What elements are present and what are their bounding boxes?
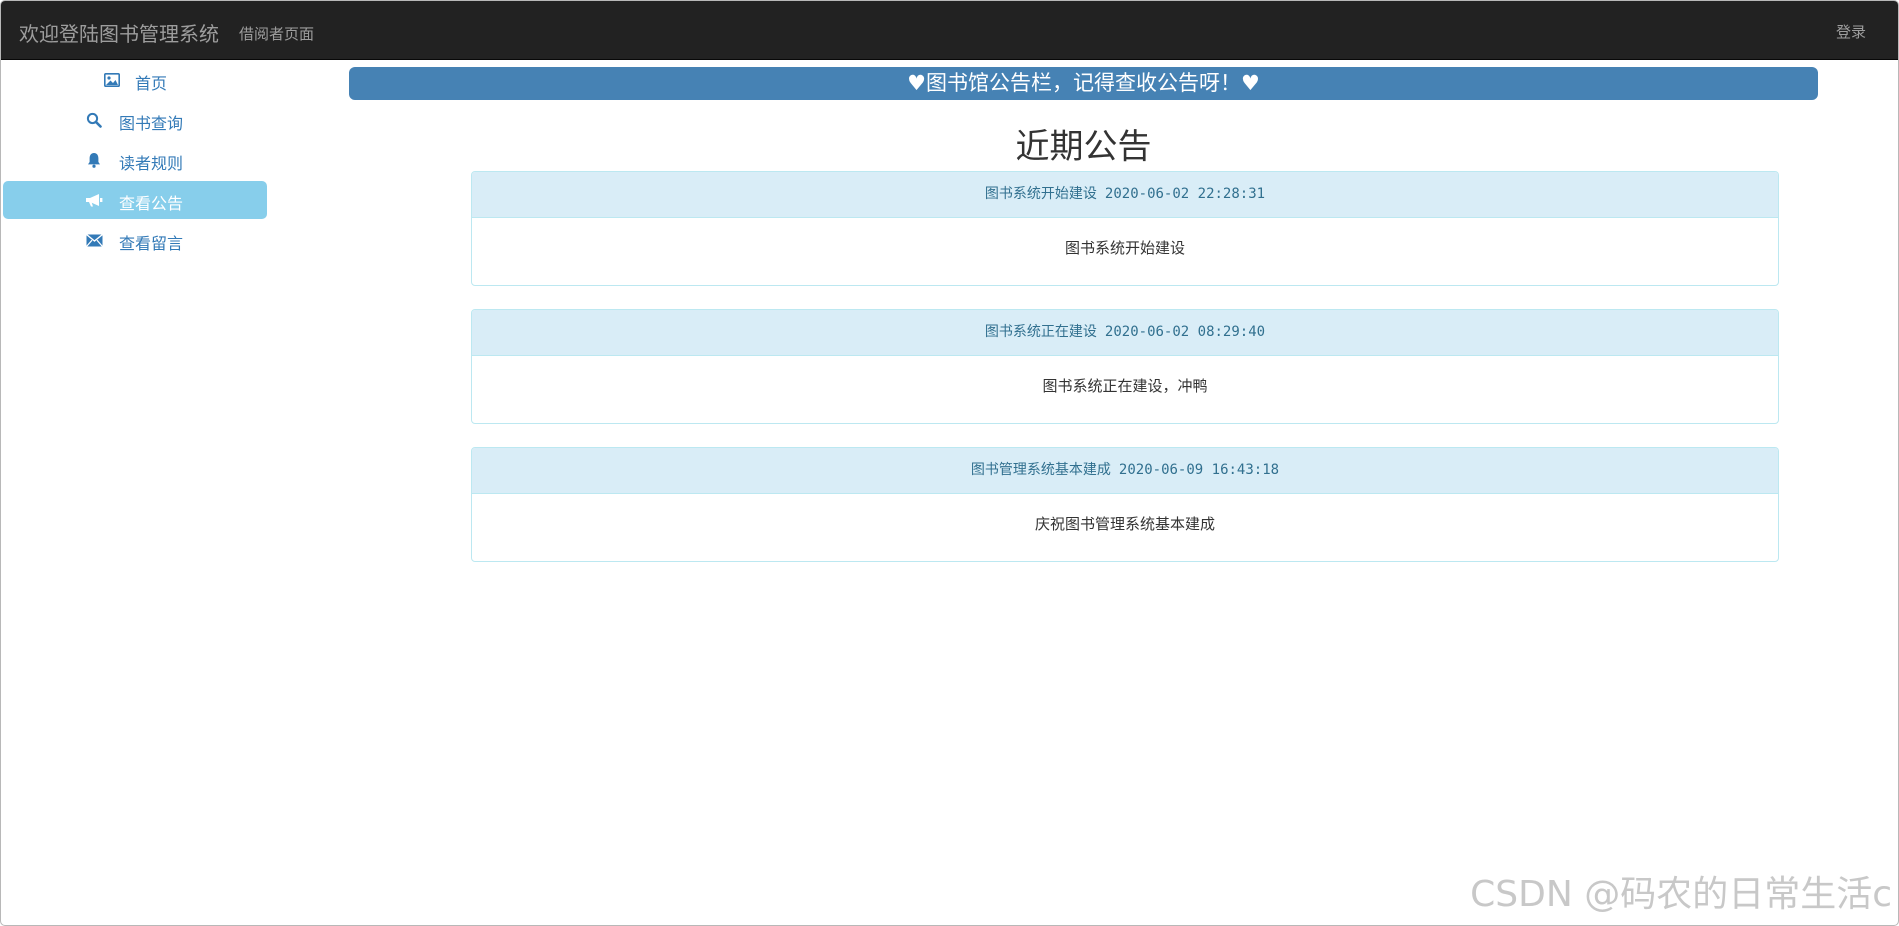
notice-panel: 图书管理系统基本建成 2020-06-09 16:43:18 庆祝图书管理系统基本…	[471, 447, 1779, 562]
notice-time: 2020-06-09 16:43:18	[1118, 462, 1280, 478]
sidebar: 首页 图书查询 读者规则 查看公告 查看留言	[1, 61, 269, 261]
page-subtitle: 借阅者页面	[239, 25, 315, 43]
notice-time: 2020-06-02 08:29:40	[1104, 324, 1266, 340]
sidebar-item-label: 查看留言	[119, 234, 184, 253]
notice-header: 图书管理系统基本建成 2020-06-09 16:43:18	[472, 448, 1778, 494]
search-icon	[85, 111, 103, 129]
sidebar-item-label: 图书查询	[119, 114, 184, 133]
notice-content: 庆祝图书管理系统基本建成	[1034, 515, 1215, 533]
sidebar-item-view-notices[interactable]: 查看公告	[3, 181, 267, 219]
notice-banner: ♥图书馆公告栏，记得查收公告呀！♥	[349, 67, 1818, 100]
notice-time: 2020-06-02 22:28:31	[1104, 186, 1266, 202]
app-window: 欢迎登陆图书管理系统 借阅者页面 登录 首页 图书查询 读者规则 查看公告 查看…	[0, 0, 1899, 926]
sidebar-item-book-search[interactable]: 图书查询	[3, 101, 267, 139]
app-brand[interactable]: 欢迎登陆图书管理系统	[19, 18, 219, 47]
bullhorn-icon	[85, 191, 103, 209]
notice-title: 图书系统开始建设	[984, 186, 1097, 202]
notice-header: 图书系统正在建设 2020-06-02 08:29:40	[472, 310, 1778, 356]
bell-icon	[85, 151, 103, 169]
notice-title: 图书管理系统基本建成	[970, 462, 1111, 478]
notice-content: 图书系统正在建设，冲鸭	[1042, 377, 1208, 395]
login-link[interactable]: 登录	[1836, 21, 1866, 42]
notice-panel: 图书系统开始建设 2020-06-02 22:28:31 图书系统开始建设	[471, 171, 1779, 286]
sidebar-item-reader-rules[interactable]: 读者规则	[3, 141, 267, 179]
notice-title: 图书系统正在建设	[984, 324, 1097, 340]
sidebar-item-home[interactable]: 首页	[3, 61, 267, 99]
page-title: 近期公告	[1015, 127, 1152, 167]
sidebar-item-label: 读者规则	[119, 154, 184, 173]
notice-header: 图书系统开始建设 2020-06-02 22:28:31	[472, 172, 1778, 218]
picture-icon	[103, 71, 121, 89]
notice-panel: 图书系统正在建设 2020-06-02 08:29:40 图书系统正在建设，冲鸭	[471, 309, 1779, 424]
sidebar-item-label: 首页	[135, 74, 168, 93]
notice-content: 图书系统开始建设	[1064, 239, 1185, 257]
top-navbar: 欢迎登陆图书管理系统 借阅者页面 登录	[1, 1, 1898, 60]
sidebar-item-view-messages[interactable]: 查看留言	[3, 221, 267, 259]
sidebar-item-label: 查看公告	[119, 194, 184, 213]
envelope-icon	[85, 231, 103, 249]
csdn-watermark: CSDN @码农的日常生活c	[1470, 874, 1892, 915]
